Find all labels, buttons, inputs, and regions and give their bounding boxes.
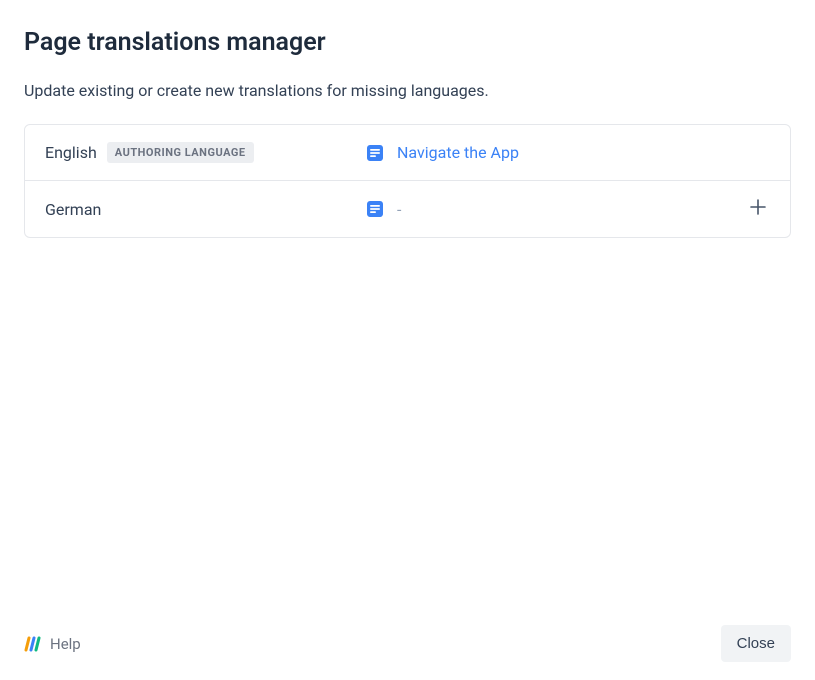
table-row: English AUTHORING LANGUAGE Navigate the … xyxy=(25,125,790,181)
authoring-language-badge: AUTHORING LANGUAGE xyxy=(107,142,254,163)
language-name: German xyxy=(45,200,101,219)
translations-table: English AUTHORING LANGUAGE Navigate the … xyxy=(24,124,791,238)
translation-missing-placeholder: - xyxy=(397,200,401,219)
page-title: Page translations manager xyxy=(24,28,791,57)
page-icon xyxy=(365,199,385,219)
add-translation-button[interactable] xyxy=(746,197,770,221)
help-icon xyxy=(24,635,42,653)
plus-icon xyxy=(749,198,767,221)
modal-footer: Help Close xyxy=(0,609,815,680)
page-subtitle: Update existing or create new translatio… xyxy=(24,81,791,100)
table-row: German - xyxy=(25,181,790,237)
close-button[interactable]: Close xyxy=(721,625,791,662)
help-link[interactable]: Help xyxy=(24,635,81,653)
page-icon xyxy=(365,143,385,163)
language-name: English xyxy=(45,143,97,162)
help-label: Help xyxy=(50,635,81,653)
translation-page-link[interactable]: Navigate the App xyxy=(397,143,519,162)
